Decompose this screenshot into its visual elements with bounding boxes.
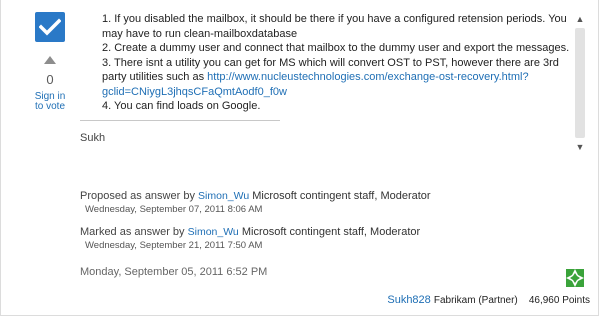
marked-by-user-link[interactable]: Simon_Wu xyxy=(188,226,239,238)
answer-content: 1. If you disabled the mailbox, it shoul… xyxy=(80,12,570,164)
author-name-link[interactable]: Sukh828 xyxy=(387,294,430,306)
answer-item-3: 3. There isnt a utility you can get for … xyxy=(100,56,570,100)
scroll-up-icon[interactable]: ▲ xyxy=(573,12,587,26)
signature: Sukh xyxy=(80,131,106,144)
proposed-as-answer: Proposed as answer by Simon_Wu Microsoft… xyxy=(80,190,500,215)
proposed-by-role: Microsoft contingent staff, Moderator xyxy=(252,190,431,202)
scroll-down-icon[interactable]: ▼ xyxy=(573,140,587,154)
sign-in-line2: to vote xyxy=(34,101,66,112)
marked-date: Wednesday, September 21, 2011 7:50 AM xyxy=(85,240,263,251)
vote-up-icon[interactable] xyxy=(44,56,56,64)
answer-item-4: 4. You can find loads on Google. xyxy=(102,100,261,112)
scroll-thumb[interactable] xyxy=(575,28,585,138)
answer-item-1: 1. If you disabled the mailbox, it shoul… xyxy=(102,13,567,40)
sign-in-to-vote-link[interactable]: Sign in to vote xyxy=(30,92,70,112)
marked-prefix: Marked as answer by xyxy=(80,226,185,238)
marked-by-role: Microsoft contingent staff, Moderator xyxy=(241,226,421,238)
proposed-by-user-link[interactable]: Simon_Wu xyxy=(198,190,249,202)
content-scrollbar[interactable]: ▲ ▼ xyxy=(573,12,587,164)
vote-count: 0 xyxy=(46,72,54,87)
marked-as-answer: Marked as answer by Simon_Wu Microsoft c… xyxy=(80,226,500,251)
author-block: Sukh828 Fabrikam (Partner) 46,960 Points xyxy=(387,294,590,306)
proposed-date: Wednesday, September 07, 2011 8:06 AM xyxy=(85,204,263,215)
vote-column: 0 Sign in to vote xyxy=(30,12,70,112)
answer-list: 1. If you disabled the mailbox, it shoul… xyxy=(80,12,570,114)
post-date: Monday, September 05, 2011 6:52 PM xyxy=(80,266,268,278)
proposed-prefix: Proposed as answer by xyxy=(80,190,195,202)
rank-icon xyxy=(566,269,584,287)
answer-checkmark-icon xyxy=(35,12,65,42)
signature-separator xyxy=(80,119,280,121)
author-org: Fabrikam (Partner) xyxy=(433,295,518,306)
author-points: 46,960 Points xyxy=(528,295,590,306)
answer-item-2: 2. Create a dummy user and connect that … xyxy=(102,42,570,54)
